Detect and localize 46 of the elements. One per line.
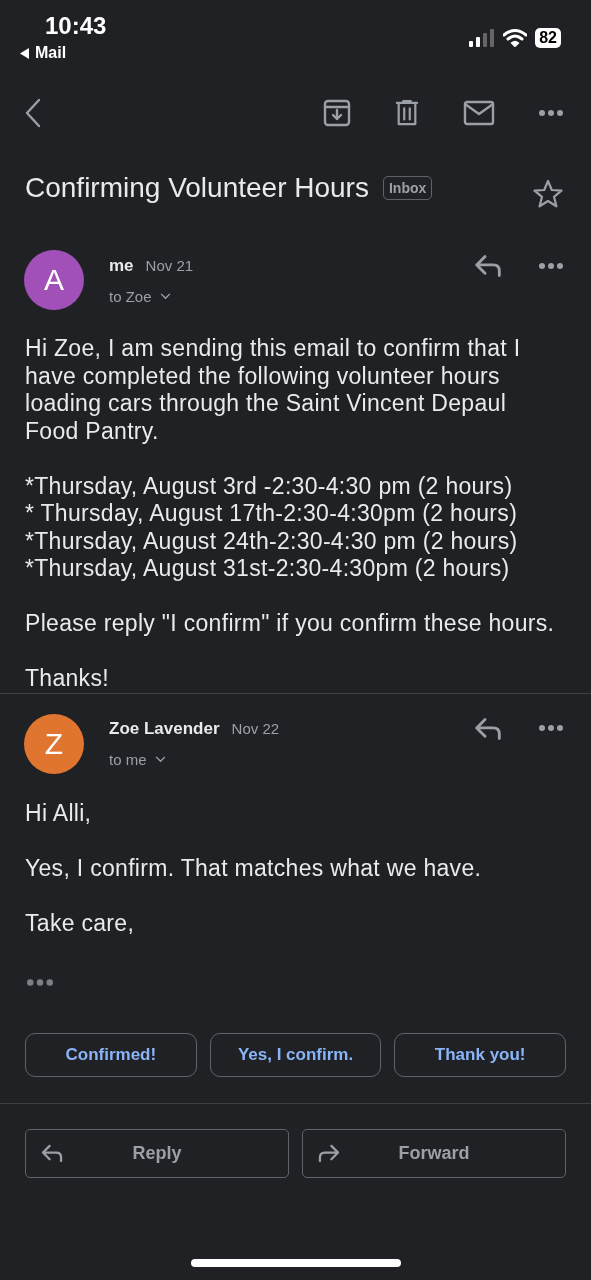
body-text: *Thursday, August 24th-2:30-4:30 pm (2 hours) xyxy=(25,527,519,555)
body-text: Take care, xyxy=(25,909,136,937)
back-to-app-link[interactable]: Mail xyxy=(20,44,67,62)
message-date: Nov 22 xyxy=(231,720,280,737)
smart-reply-chip[interactable]: Thank you! xyxy=(394,1032,566,1077)
reply-icon xyxy=(40,1143,64,1163)
sender-name: Zoe Lavender xyxy=(109,719,220,739)
smart-reply-chip[interactable]: Confirmed! xyxy=(25,1032,197,1077)
body-text: Please reply "I confirm" if you confirm these hours. xyxy=(25,610,556,638)
inbox-label[interactable]: Inbox xyxy=(382,176,433,200)
signal-icon xyxy=(469,29,496,47)
clock: 10:43 xyxy=(44,12,107,40)
back-triangle-icon xyxy=(20,47,29,59)
body-text: *Thursday, August 3rd -2:30-4:30 pm (2 hours) xyxy=(25,472,514,500)
sender-name: me xyxy=(109,255,134,276)
body-text: Hi Zoe, I am sending this email to confirm that I have completed the following volunteer hours loading cars through the Saint Vincent Depaul Food Pantry. xyxy=(25,335,522,445)
recipients-toggle[interactable]: to me xyxy=(109,751,166,768)
wifi-icon xyxy=(503,29,528,47)
body-text: *Thursday, August 31st-2:30-4:30pm (2 hours) xyxy=(25,555,511,583)
star-icon[interactable] xyxy=(533,179,563,209)
mail-icon[interactable] xyxy=(463,100,495,126)
trash-icon[interactable] xyxy=(395,98,419,128)
message-date: Nov 21 xyxy=(145,256,194,274)
reply-button[interactable]: Reply xyxy=(25,1128,289,1178)
avatar: Z xyxy=(24,713,84,774)
archive-icon[interactable] xyxy=(323,99,351,127)
email-subject: Confirming Volunteer Hours xyxy=(25,172,369,204)
chevron-down-icon xyxy=(154,756,166,763)
show-trimmed-icon[interactable] xyxy=(27,978,53,986)
reply-icon[interactable] xyxy=(473,253,503,278)
recipients-toggle[interactable]: to Zoe xyxy=(109,287,171,305)
body-text: Yes, I confirm. That matches what we have. xyxy=(25,854,483,882)
more-icon[interactable] xyxy=(539,262,563,269)
smart-reply-chip[interactable]: Yes, I confirm. xyxy=(209,1032,382,1077)
forward-button[interactable]: Forward xyxy=(302,1128,566,1178)
reply-icon[interactable] xyxy=(473,715,503,741)
battery-indicator: 82 xyxy=(535,28,561,48)
body-text: * Thursday, August 17th-2:30-4:30pm (2 hours) xyxy=(25,500,519,528)
body-text: Hi Alli, xyxy=(25,799,93,827)
body-text: Thanks! xyxy=(25,665,110,693)
more-icon[interactable] xyxy=(539,110,563,116)
more-icon[interactable] xyxy=(539,725,563,731)
chevron-down-icon xyxy=(159,292,171,300)
back-icon[interactable] xyxy=(25,98,41,128)
avatar: A xyxy=(24,250,84,310)
forward-icon xyxy=(317,1143,341,1163)
